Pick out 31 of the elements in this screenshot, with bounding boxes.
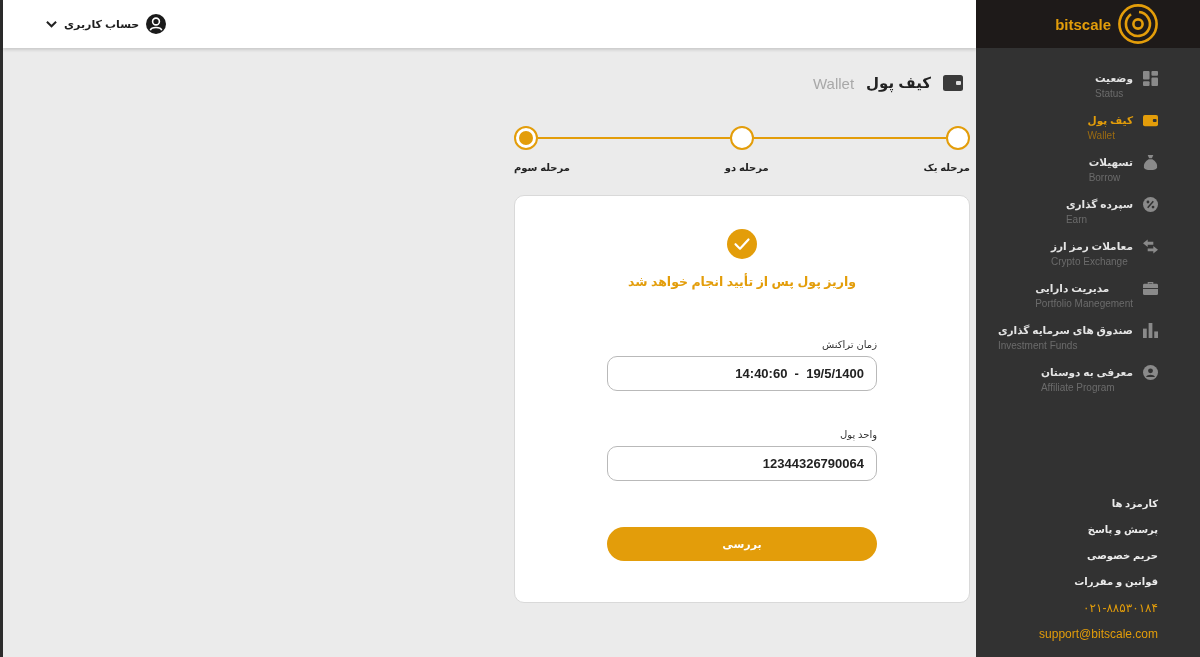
check-circle-icon [727, 229, 757, 259]
field-label: زمان تراکنش [822, 339, 877, 350]
account-menu-button[interactable]: حساب کاربری [46, 12, 167, 36]
user-icon [1143, 365, 1158, 380]
step-label: مرحله سوم [514, 162, 570, 173]
briefcase-icon [1143, 281, 1158, 296]
phone-link[interactable]: ۰۲۱-۸۸۵۳۰۱۸۴ [1083, 595, 1158, 621]
email-link[interactable]: support@bitscale.com [1039, 621, 1158, 647]
input-field[interactable]: 14:40:60 - 19/5/1400 [607, 356, 877, 391]
field-label: واحد پول [839, 429, 877, 440]
bar-chart-icon [1143, 323, 1158, 338]
status-message: واریز پول پس از تأیید انجام خواهد شد [628, 274, 856, 289]
step-label: مرحله دو [724, 162, 769, 173]
footer-link[interactable]: حریم خصوصی [1087, 543, 1158, 569]
step-label: مرحله یک [923, 162, 970, 173]
wallet-icon [943, 75, 963, 91]
page-subtitle: Wallet [812, 74, 855, 92]
footer-link[interactable]: پرسش و پاسخ [1087, 517, 1158, 543]
logo-text: bitscale [1055, 15, 1111, 33]
chevron-down-icon [46, 20, 57, 28]
page-title: کیف پول [866, 74, 931, 92]
footer-link[interactable]: قوانین و مقررات [1074, 569, 1158, 595]
wallet-icon [1143, 113, 1158, 128]
percent-icon [1143, 197, 1158, 212]
exchange-arrows-icon [1143, 239, 1158, 254]
grid-icon [1143, 71, 1158, 86]
footer-link[interactable]: کارمزد ها [1111, 491, 1158, 517]
rings-logo-icon [1118, 4, 1158, 44]
user-avatar-icon [146, 14, 167, 34]
input-field[interactable]: 12344326790064 [607, 446, 877, 481]
money-bag-icon [1143, 155, 1158, 170]
